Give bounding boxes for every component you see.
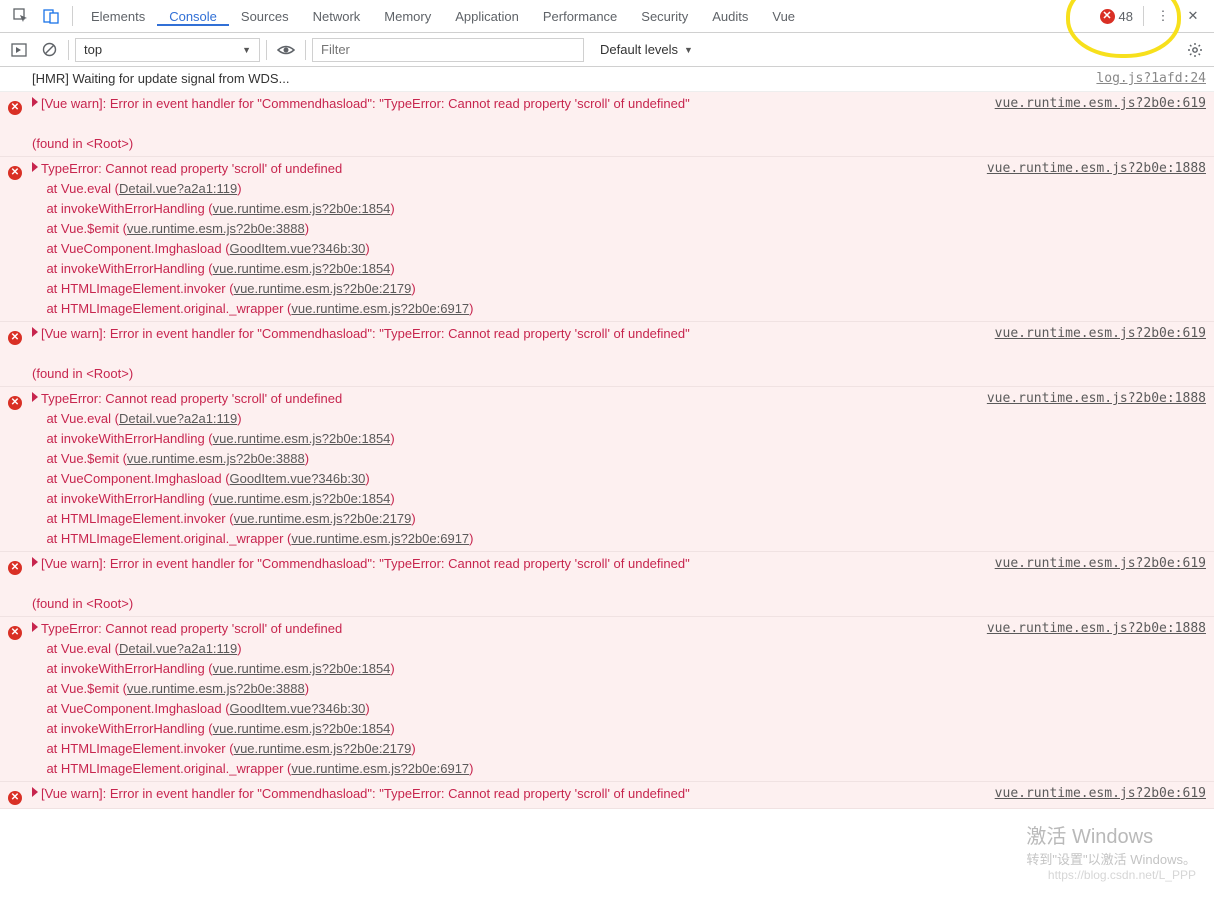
device-icon[interactable] xyxy=(40,5,62,27)
console-toolbar: top ▼ Default levels ▼ xyxy=(0,33,1214,67)
stack-link[interactable]: vue.runtime.esm.js?2b0e:1854 xyxy=(213,261,391,276)
stack-link[interactable]: Detail.vue?a2a1:119 xyxy=(119,181,237,196)
gear-icon[interactable] xyxy=(1182,37,1208,63)
source-link[interactable]: log.js?1afd:24 xyxy=(1096,69,1206,89)
stack-link[interactable]: vue.runtime.esm.js?2b0e:6917 xyxy=(291,761,469,776)
more-icon[interactable]: ⋮ xyxy=(1152,5,1174,27)
tab-security[interactable]: Security xyxy=(629,9,700,24)
inspect-icon[interactable] xyxy=(10,5,32,27)
eye-icon[interactable] xyxy=(273,37,299,63)
expand-icon[interactable] xyxy=(32,557,38,567)
divider xyxy=(305,40,306,60)
stack-link[interactable]: Detail.vue?a2a1:119 xyxy=(119,641,237,656)
stack-link[interactable]: vue.runtime.esm.js?2b0e:1854 xyxy=(213,491,391,506)
filter-input[interactable] xyxy=(312,38,584,62)
stack-link[interactable]: vue.runtime.esm.js?2b0e:6917 xyxy=(291,301,469,316)
stack-link[interactable]: vue.runtime.esm.js?2b0e:6917 xyxy=(291,531,469,546)
tab-memory[interactable]: Memory xyxy=(372,9,443,24)
context-value: top xyxy=(84,42,102,57)
tab-network[interactable]: Network xyxy=(301,9,373,24)
log-row: [HMR] Waiting for update signal from WDS… xyxy=(0,67,1214,92)
tab-application[interactable]: Application xyxy=(443,9,531,24)
tab-audits[interactable]: Audits xyxy=(700,9,760,24)
stack-link[interactable]: vue.runtime.esm.js?2b0e:3888 xyxy=(127,681,305,696)
source-link[interactable]: vue.runtime.esm.js?2b0e:1888 xyxy=(987,159,1206,319)
error-row: ✕[Vue warn]: Error in event handler for … xyxy=(0,782,1214,809)
stack-link[interactable]: Detail.vue?a2a1:119 xyxy=(119,411,237,426)
error-icon: ✕ xyxy=(8,791,22,805)
chevron-down-icon: ▼ xyxy=(242,45,251,55)
stack-link[interactable]: vue.runtime.esm.js?2b0e:3888 xyxy=(127,221,305,236)
expand-icon[interactable] xyxy=(32,392,38,402)
source-link[interactable]: vue.runtime.esm.js?2b0e:619 xyxy=(995,554,1206,614)
stack-link[interactable]: vue.runtime.esm.js?2b0e:2179 xyxy=(234,281,412,296)
stack-link[interactable]: GoodItem.vue?346b:30 xyxy=(230,701,366,716)
error-icon: ✕ xyxy=(8,626,22,640)
chevron-down-icon: ▼ xyxy=(684,45,693,55)
error-icon: ✕ xyxy=(8,166,22,180)
divider xyxy=(266,40,267,60)
error-icon: ✕ xyxy=(8,331,22,345)
error-row: ✕TypeError: Cannot read property 'scroll… xyxy=(0,387,1214,552)
close-icon[interactable]: ✕ xyxy=(1182,5,1204,27)
stack-link[interactable]: GoodItem.vue?346b:30 xyxy=(230,241,366,256)
tabs-host: ElementsConsoleSourcesNetworkMemoryAppli… xyxy=(79,0,807,33)
error-icon: ✕ xyxy=(1100,9,1115,24)
expand-icon[interactable] xyxy=(32,622,38,632)
stack-link[interactable]: vue.runtime.esm.js?2b0e:2179 xyxy=(234,741,412,756)
stack-link[interactable]: vue.runtime.esm.js?2b0e:1854 xyxy=(213,201,391,216)
stack-link[interactable]: vue.runtime.esm.js?2b0e:3888 xyxy=(127,451,305,466)
divider xyxy=(72,6,73,26)
console-output[interactable]: [HMR] Waiting for update signal from WDS… xyxy=(0,67,1214,900)
error-row: ✕TypeError: Cannot read property 'scroll… xyxy=(0,617,1214,782)
levels-label: Default levels xyxy=(600,42,678,57)
error-icon: ✕ xyxy=(8,101,22,115)
error-row: ✕[Vue warn]: Error in event handler for … xyxy=(0,92,1214,157)
stack-link[interactable]: GoodItem.vue?346b:30 xyxy=(230,471,366,486)
source-link[interactable]: vue.runtime.esm.js?2b0e:619 xyxy=(995,784,1206,806)
sidebar-toggle-icon[interactable] xyxy=(6,37,32,63)
stack-link[interactable]: vue.runtime.esm.js?2b0e:1854 xyxy=(213,721,391,736)
source-link[interactable]: vue.runtime.esm.js?2b0e:619 xyxy=(995,94,1206,154)
source-link[interactable]: vue.runtime.esm.js?2b0e:619 xyxy=(995,324,1206,384)
source-link[interactable]: vue.runtime.esm.js?2b0e:1888 xyxy=(987,619,1206,779)
divider xyxy=(68,40,69,60)
error-icon: ✕ xyxy=(8,396,22,410)
tab-performance[interactable]: Performance xyxy=(531,9,629,24)
devtools-tabbar: ElementsConsoleSourcesNetworkMemoryAppli… xyxy=(0,0,1214,33)
error-count-value: 48 xyxy=(1119,9,1133,24)
source-link[interactable]: vue.runtime.esm.js?2b0e:1888 xyxy=(987,389,1206,549)
tab-elements[interactable]: Elements xyxy=(79,9,157,24)
clear-console-icon[interactable] xyxy=(36,37,62,63)
expand-icon[interactable] xyxy=(32,327,38,337)
stack-link[interactable]: vue.runtime.esm.js?2b0e:1854 xyxy=(213,661,391,676)
tab-vue[interactable]: Vue xyxy=(760,9,807,24)
error-counter[interactable]: ✕ 48 xyxy=(1094,9,1139,24)
error-row: ✕[Vue warn]: Error in event handler for … xyxy=(0,322,1214,387)
stack-link[interactable]: vue.runtime.esm.js?2b0e:1854 xyxy=(213,431,391,446)
expand-icon[interactable] xyxy=(32,162,38,172)
tab-sources[interactable]: Sources xyxy=(229,9,301,24)
expand-icon[interactable] xyxy=(32,787,38,797)
divider xyxy=(1143,6,1144,26)
tab-console[interactable]: Console xyxy=(157,9,229,26)
expand-icon[interactable] xyxy=(32,97,38,107)
error-icon: ✕ xyxy=(8,561,22,575)
context-select[interactable]: top ▼ xyxy=(75,38,260,62)
log-levels-select[interactable]: Default levels ▼ xyxy=(588,42,705,57)
stack-link[interactable]: vue.runtime.esm.js?2b0e:2179 xyxy=(234,511,412,526)
error-row: ✕TypeError: Cannot read property 'scroll… xyxy=(0,157,1214,322)
error-row: ✕[Vue warn]: Error in event handler for … xyxy=(0,552,1214,617)
